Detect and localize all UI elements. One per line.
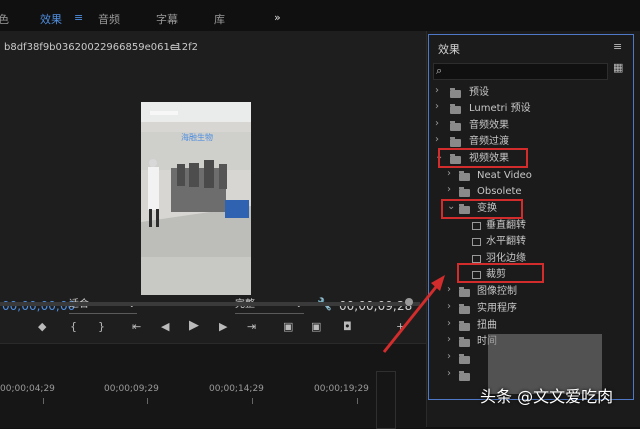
effect-icon (472, 255, 481, 263)
hamburger-icon[interactable]: ≡ (613, 40, 622, 53)
chevron-right-icon: › (447, 168, 451, 179)
lift-icon[interactable]: ▣ (283, 320, 293, 333)
timecode-label: 00;00;09;29 (104, 384, 159, 394)
timeline-tick (147, 398, 148, 404)
step-forward-icon[interactable]: ▶ (219, 320, 227, 333)
folder-icon (459, 321, 470, 331)
chevron-right-icon: › (435, 118, 439, 129)
audio-meter (376, 371, 396, 429)
folder-icon (459, 354, 470, 364)
folder-icon (459, 187, 470, 197)
clip-name: b8df38f9b03620022966859e061c12f2 (4, 42, 198, 53)
chevron-right-icon: › (435, 101, 439, 112)
hamburger-icon[interactable]: ≡ (170, 41, 179, 54)
effects-search-input[interactable] (433, 63, 608, 80)
video-preview: 海融生物 (141, 102, 251, 295)
double-chevron-right-icon[interactable]: » (274, 11, 281, 24)
chevron-right-icon: › (447, 368, 451, 379)
marker-icon[interactable]: ◆ (38, 320, 46, 333)
new-bin-icon[interactable]: ▦ (613, 61, 623, 74)
effect-label: 垂直翻转 (486, 220, 526, 231)
folder-icon (450, 137, 461, 147)
timecode-label: 00;00;14;29 (209, 384, 264, 394)
effect-label: Neat Video (477, 170, 532, 181)
effect-label: 水平翻转 (486, 236, 526, 247)
go-to-in-icon[interactable]: ⇤ (132, 320, 141, 333)
play-icon[interactable]: ▶ (189, 318, 199, 333)
highlight-crop (457, 263, 544, 283)
highlight-transform (441, 199, 523, 219)
timeline-panel: 00;00;04;29 00;00;09;29 00;00;14;29 00;0… (0, 343, 426, 429)
effect-label: 图像控制 (477, 286, 517, 297)
top-bar: 色 效果 ≡ 音频 字幕 库 » (0, 0, 640, 32)
source-watermark: 头条 @文文爱吃肉 (480, 387, 614, 406)
chevron-right-icon: › (435, 85, 439, 96)
step-back-icon[interactable]: ◀ (161, 320, 169, 333)
tab-effects[interactable]: 效果 (40, 11, 62, 27)
timecode-label: 00;00;04;29 (0, 384, 55, 394)
chevron-right-icon: › (447, 184, 451, 195)
folder-icon (459, 171, 470, 181)
effect-label: 音频效果 (469, 120, 509, 131)
red-annotation-arrow (382, 275, 445, 353)
go-to-out-icon[interactable]: ⇥ (247, 320, 256, 333)
effect-icon (472, 222, 481, 230)
effect-label: Obsolete (477, 186, 522, 197)
video-frame (141, 102, 251, 295)
effect-label: 实用程序 (477, 303, 517, 314)
mark-in-icon[interactable]: { (70, 320, 77, 333)
folder-icon (459, 304, 470, 314)
folder-icon (459, 337, 470, 347)
timeline-tick (357, 398, 358, 404)
effects-panel-title: 效果 (438, 43, 460, 56)
timecode-label: 00;00;19;29 (314, 384, 369, 394)
timeline-tick (252, 398, 253, 404)
tab-audio[interactable]: 音频 (98, 11, 120, 27)
effect-label: 预设 (469, 87, 489, 98)
highlight-video-effects (438, 148, 528, 168)
search-icon: ⌕ (436, 64, 443, 77)
tab-color[interactable]: 色 (0, 11, 9, 27)
chevron-right-icon: › (435, 134, 439, 145)
mark-out-icon[interactable]: } (98, 320, 105, 333)
effect-icon (472, 238, 481, 246)
timeline-tick (43, 398, 44, 404)
tab-library[interactable]: 库 (214, 11, 225, 27)
folder-icon (450, 121, 461, 131)
playhead-scrubber[interactable] (0, 302, 420, 306)
video-watermark: 海融生物 (181, 133, 213, 142)
hamburger-icon[interactable]: ≡ (74, 11, 83, 24)
folder-icon (450, 88, 461, 98)
camera-icon[interactable]: ◘ (343, 320, 352, 333)
folder-icon (459, 371, 470, 381)
program-monitor: b8df38f9b03620022966859e061c12f2 ≡ 海融生物 … (0, 31, 426, 343)
folder-icon (459, 287, 470, 297)
tab-captions[interactable]: 字幕 (156, 11, 178, 27)
playback-controls: ◆ { } ⇤ ◀ ▶ ▶ ⇥ ▣ ▣ ◘ + (0, 312, 426, 342)
effect-label: 扭曲 (477, 320, 497, 331)
folder-icon (450, 104, 461, 114)
effect-label: Lumetri 预设 (469, 103, 531, 114)
extract-icon[interactable]: ▣ (311, 320, 321, 333)
